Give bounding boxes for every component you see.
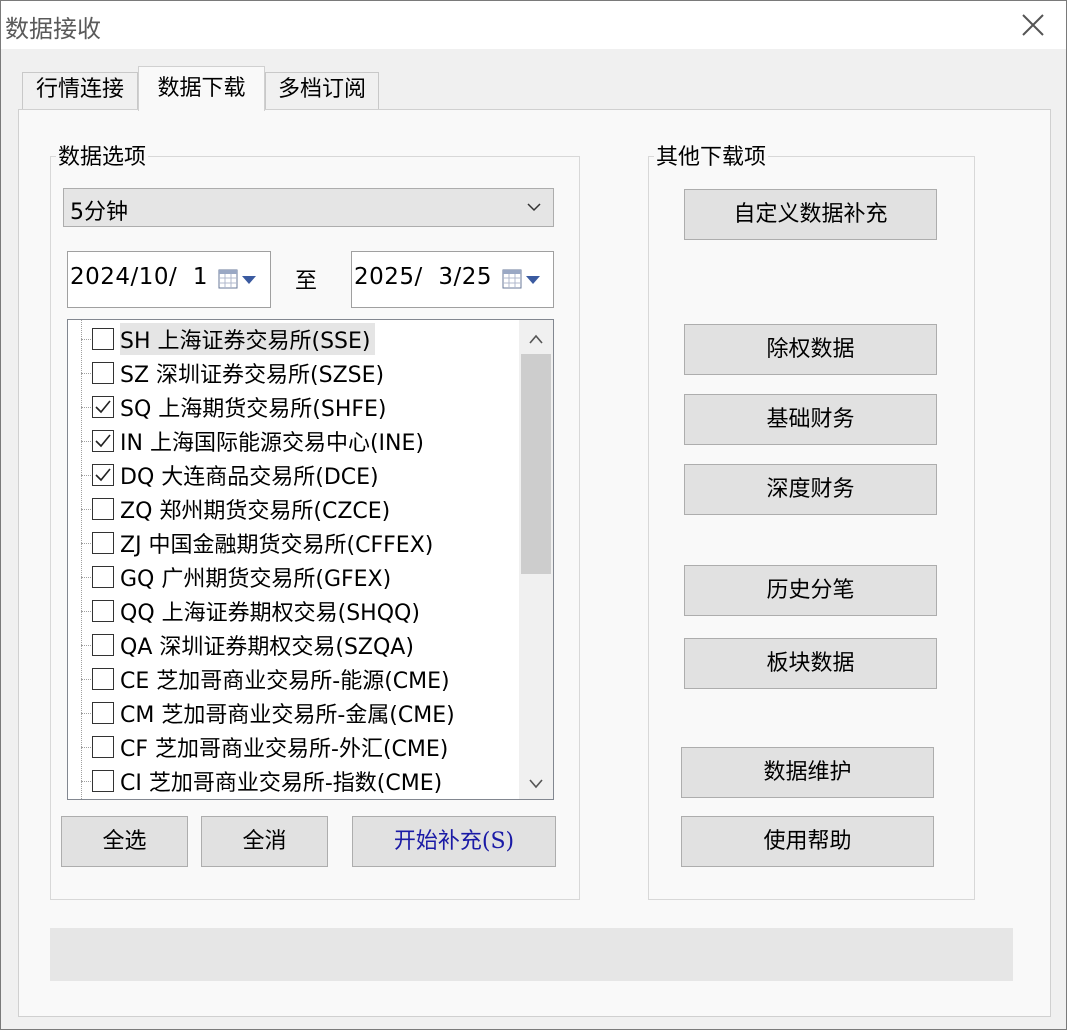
checkbox-unchecked[interactable] xyxy=(92,668,114,690)
data-maintenance-button[interactable]: 数据维护 xyxy=(681,747,934,798)
exchange-label: CE 芝加哥商业交易所-能源(CME) xyxy=(120,669,450,694)
basic-finance-button[interactable]: 基础财务 xyxy=(684,394,937,445)
calendar-dropdown-icon[interactable] xyxy=(218,268,262,296)
exchange-label: ZQ 郑州期货交易所(CZCE) xyxy=(120,499,391,524)
data-options-label: 数据选项 xyxy=(56,145,149,171)
exchange-label: QQ 上海证券期权交易(SHQQ) xyxy=(120,601,420,626)
exchange-label: SH 上海证券交易所(SSE) xyxy=(120,323,375,355)
select-all-button[interactable]: 全选 xyxy=(61,816,188,867)
checkbox-unchecked[interactable] xyxy=(92,566,114,588)
exchange-label: SQ 上海期货交易所(SHFE) xyxy=(120,397,387,422)
title-bar: 数据接收 xyxy=(1,1,1066,49)
exchange-label: QA 深圳证券期权交易(SZQA) xyxy=(120,635,414,660)
exchange-label: CI 芝加哥商业交易所-指数(CME) xyxy=(120,771,443,796)
checkbox-unchecked[interactable] xyxy=(92,736,114,758)
status-bar xyxy=(50,928,1013,981)
exchange-label: ZJ 中国金融期货交易所(CFFEX) xyxy=(120,533,434,558)
exchange-list-item[interactable]: CM 芝加哥商业交易所-金属(CME) xyxy=(68,696,518,730)
exchange-label: IN 上海国际能源交易中心(INE) xyxy=(120,431,424,456)
checkbox-unchecked[interactable] xyxy=(92,634,114,656)
checkbox-unchecked[interactable] xyxy=(92,770,114,792)
start-fill-button[interactable]: 开始补充(S) xyxy=(352,816,556,867)
scroll-down-icon[interactable] xyxy=(528,775,544,794)
deep-finance-button[interactable]: 深度财务 xyxy=(684,464,937,515)
checkbox-checked[interactable] xyxy=(92,464,114,486)
checkbox-unchecked[interactable] xyxy=(92,532,114,554)
window-title: 数据接收 xyxy=(5,15,101,43)
tick-history-button[interactable]: 历史分笔 xyxy=(684,565,937,616)
checkbox-unchecked[interactable] xyxy=(92,362,114,384)
end-date-value: 2025/ 3/25 xyxy=(354,264,493,290)
custom-data-fill-button[interactable]: 自定义数据补充 xyxy=(684,189,937,240)
exchange-list-item[interactable]: GQ 广州期货交易所(GFEX) xyxy=(68,560,518,594)
exchange-list-item[interactable]: CF 芝加哥商业交易所-外汇(CME) xyxy=(68,730,518,764)
exchange-label: GQ 广州期货交易所(GFEX) xyxy=(120,567,392,592)
exchange-label: SZ 深圳证券交易所(SZSE) xyxy=(120,363,385,388)
deselect-all-button[interactable]: 全消 xyxy=(201,816,328,867)
scroll-up-icon[interactable] xyxy=(528,330,544,349)
tab-quote-connection[interactable]: 行情连接 xyxy=(22,72,138,111)
checkbox-unchecked[interactable] xyxy=(92,498,114,520)
sector-data-button[interactable]: 板块数据 xyxy=(684,638,937,689)
checkbox-unchecked[interactable] xyxy=(92,702,114,724)
date-range-to-label: 至 xyxy=(295,269,318,294)
exchange-list-item[interactable]: DQ 大连商品交易所(DCE) xyxy=(68,458,518,492)
exchange-list[interactable]: SH 上海证券交易所(SSE) SZ 深圳证券交易所(SZSE) SQ 上海期货交易… xyxy=(67,319,554,800)
start-date-value: 2024/10/ 1 xyxy=(70,264,209,290)
start-date-picker[interactable]: 2024/10/ 1 xyxy=(67,251,271,308)
exchange-list-item[interactable]: CE 芝加哥商业交易所-能源(CME) xyxy=(68,662,518,696)
close-icon[interactable] xyxy=(1013,5,1053,45)
period-selected-value: 5分钟 xyxy=(70,200,128,225)
exchange-list-item[interactable]: QA 深圳证券期权交易(SZQA) xyxy=(68,628,518,662)
exchange-list-item[interactable]: SH 上海证券交易所(SSE) xyxy=(68,322,518,356)
exchange-list-item[interactable]: SZ 深圳证券交易所(SZSE) xyxy=(68,356,518,390)
exchange-list-item[interactable]: IN 上海国际能源交易中心(INE) xyxy=(68,424,518,458)
checkbox-unchecked[interactable] xyxy=(92,328,114,350)
calendar-dropdown-icon[interactable] xyxy=(502,268,546,296)
checkbox-checked[interactable] xyxy=(92,396,114,418)
exchange-label: CM 芝加哥商业交易所-金属(CME) xyxy=(120,703,455,728)
ex-rights-data-button[interactable]: 除权数据 xyxy=(684,324,937,375)
tab-multilevel-subscription[interactable]: 多档订阅 xyxy=(265,72,379,111)
period-select[interactable]: 5分钟 xyxy=(63,188,554,227)
checkbox-checked[interactable] xyxy=(92,430,114,452)
list-scrollbar[interactable] xyxy=(519,320,553,799)
exchange-label: CF 芝加哥商业交易所-外汇(CME) xyxy=(120,737,449,762)
dialog-window: 数据接收 行情连接 数据下载 多档订阅 数据选项 5分钟 2024/10/ 1 … xyxy=(0,0,1067,1030)
tab-data-download[interactable]: 数据下载 xyxy=(138,66,265,111)
end-date-picker[interactable]: 2025/ 3/25 xyxy=(351,251,554,308)
help-button[interactable]: 使用帮助 xyxy=(681,816,934,867)
exchange-label: DQ 大连商品交易所(DCE) xyxy=(120,465,379,490)
other-downloads-label: 其他下载项 xyxy=(654,145,769,171)
scroll-thumb[interactable] xyxy=(521,354,551,574)
exchange-list-item[interactable]: CI 芝加哥商业交易所-指数(CME) xyxy=(68,764,518,798)
chevron-down-icon xyxy=(526,199,542,219)
exchange-list-item[interactable]: ZJ 中国金融期货交易所(CFFEX) xyxy=(68,526,518,560)
exchange-list-item[interactable]: QQ 上海证券期权交易(SHQQ) xyxy=(68,594,518,628)
exchange-list-item[interactable]: ZQ 郑州期货交易所(CZCE) xyxy=(68,492,518,526)
checkbox-unchecked[interactable] xyxy=(92,600,114,622)
exchange-list-item[interactable]: SQ 上海期货交易所(SHFE) xyxy=(68,390,518,424)
